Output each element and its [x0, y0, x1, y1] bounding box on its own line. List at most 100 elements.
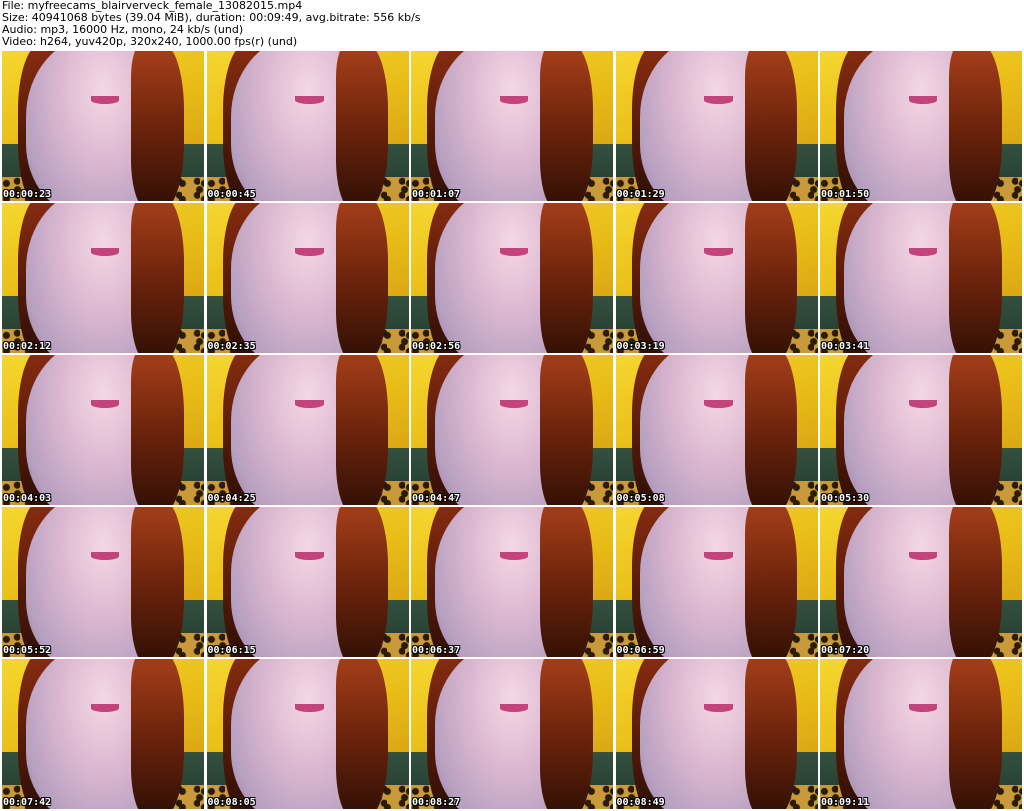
thumbnail-image-hair-r — [335, 659, 389, 809]
thumbnail-image-hair-r — [335, 507, 389, 657]
thumbnail-image-lips — [908, 552, 938, 560]
video-thumbnail: 00:09:11 — [820, 659, 1022, 809]
thumbnail-timestamp: 00:02:56 — [412, 341, 461, 352]
thumbnail-image-hair-r — [131, 507, 184, 657]
thumbnail-image-lips — [908, 704, 938, 712]
thumbnail-image-lips — [90, 248, 120, 256]
thumbnail-image-lips — [295, 96, 324, 104]
video-thumbnail: 00:03:41 — [820, 203, 1022, 353]
thumbnail-timestamp: 00:04:47 — [412, 493, 461, 504]
thumbnail-timestamp: 00:04:25 — [207, 493, 256, 504]
video-thumbnail: 00:07:42 — [2, 659, 204, 809]
thumbnail-image-lips — [499, 248, 529, 256]
thumbnail-image-hair-r — [131, 51, 184, 201]
thumbnail-timestamp: 00:01:07 — [412, 189, 461, 200]
video-thumbnail: 00:04:03 — [2, 355, 204, 505]
thumbnail-image-hair-r — [949, 203, 1002, 353]
thumbnail-image-lips — [90, 704, 120, 712]
thumbnail-image-lips — [704, 552, 733, 560]
thumbnail-timestamp: 00:06:37 — [412, 645, 461, 656]
file-info-header: File: myfreecams_blairverveck_female_130… — [2, 0, 1022, 48]
video-thumbnail: 00:01:50 — [820, 51, 1022, 201]
thumbnail-image-hair-r — [949, 51, 1002, 201]
thumbnail-image-lips — [908, 96, 938, 104]
thumbnail-image-lips — [908, 400, 938, 408]
thumbnail-image-hair-r — [540, 203, 593, 353]
thumbnail-image-hair-r — [949, 355, 1002, 505]
thumbnail-timestamp: 00:02:35 — [207, 341, 256, 352]
thumbnail-timestamp: 00:05:30 — [821, 493, 870, 504]
thumbnail-timestamp: 00:07:42 — [3, 797, 52, 808]
video-thumbnail: 00:03:19 — [615, 203, 818, 353]
thumbnail-image-lips — [908, 248, 938, 256]
thumbnail-image-hair-r — [335, 51, 389, 201]
video-thumbnail: 00:08:05 — [206, 659, 409, 809]
thumbnail-image-hair-r — [744, 203, 798, 353]
thumbnail-timestamp: 00:05:08 — [616, 493, 665, 504]
thumbnail-grid: 00:00:23 00:00:45 00:01:07 00:01:29 00:01:50… — [2, 51, 1022, 809]
video-thumbnail: 00:08:27 — [411, 659, 613, 809]
thumbnail-image-lips — [499, 704, 529, 712]
video-thumbnail: 00:04:47 — [411, 355, 613, 505]
thumbnail-image-hair-r — [744, 355, 798, 505]
thumbnail-image-hair-r — [335, 203, 389, 353]
video-thumbnail: 00:02:35 — [206, 203, 409, 353]
video-thumbnail: 00:01:07 — [411, 51, 613, 201]
thumbnail-image-lips — [295, 248, 324, 256]
video-thumbnail: 00:06:37 — [411, 507, 613, 657]
thumbnail-image-lips — [499, 400, 529, 408]
thumbnail-timestamp: 00:06:15 — [207, 645, 256, 656]
thumbnail-timestamp: 00:03:41 — [821, 341, 870, 352]
video-thumbnail: 00:06:59 — [615, 507, 818, 657]
thumbnail-image-lips — [295, 552, 324, 560]
thumbnail-image-lips — [704, 400, 733, 408]
thumbnail-image-hair-r — [949, 507, 1002, 657]
thumbnail-timestamp: 00:00:23 — [3, 189, 52, 200]
video-thumbnail: 00:05:30 — [820, 355, 1022, 505]
thumbnail-image-lips — [90, 400, 120, 408]
thumbnail-image-lips — [704, 248, 733, 256]
video-thumbnail: 00:00:23 — [2, 51, 204, 201]
thumbnail-timestamp: 00:05:52 — [3, 645, 52, 656]
video-info-line: Video: h264, yuv420p, 320x240, 1000.00 f… — [2, 35, 298, 48]
thumbnail-timestamp: 00:01:29 — [616, 189, 665, 200]
thumbnail-image-lips — [704, 704, 733, 712]
thumbnail-timestamp: 00:07:20 — [821, 645, 870, 656]
video-thumbnail: 00:06:15 — [206, 507, 409, 657]
video-thumbnail: 00:02:12 — [2, 203, 204, 353]
video-thumbnail: 00:01:29 — [615, 51, 818, 201]
thumbnail-image-hair-r — [744, 659, 798, 809]
thumbnail-image-hair-r — [540, 51, 593, 201]
thumbnail-image-hair-r — [540, 659, 593, 809]
thumbnail-timestamp: 00:08:05 — [207, 797, 256, 808]
thumbnail-image-lips — [295, 704, 324, 712]
thumbnail-timestamp: 00:03:19 — [616, 341, 665, 352]
thumbnail-image-hair-r — [540, 355, 593, 505]
thumbnail-image-hair-r — [949, 659, 1002, 809]
thumbnail-image-lips — [704, 96, 733, 104]
thumbnail-timestamp: 00:00:45 — [207, 189, 256, 200]
thumbnail-image-lips — [499, 552, 529, 560]
thumbnail-image-hair-r — [744, 507, 798, 657]
thumbnail-timestamp: 00:08:27 — [412, 797, 461, 808]
video-thumbnail: 00:07:20 — [820, 507, 1022, 657]
thumbnail-image-lips — [90, 552, 120, 560]
video-thumbnail: 00:05:52 — [2, 507, 204, 657]
thumbnail-timestamp: 00:02:12 — [3, 341, 52, 352]
thumbnail-timestamp: 00:09:11 — [821, 797, 870, 808]
thumbnail-image-lips — [499, 96, 529, 104]
thumbnail-timestamp: 00:01:50 — [821, 189, 870, 200]
video-thumbnail: 00:08:49 — [615, 659, 818, 809]
thumbnail-timestamp: 00:04:03 — [3, 493, 52, 504]
video-thumbnail: 00:04:25 — [206, 355, 409, 505]
video-thumbnail: 00:00:45 — [206, 51, 409, 201]
thumbnail-timestamp: 00:06:59 — [616, 645, 665, 656]
thumbnail-image-hair-r — [131, 355, 184, 505]
thumbnail-image-lips — [90, 96, 120, 104]
thumbnail-image-hair-r — [540, 507, 593, 657]
thumbnail-image-hair-r — [744, 51, 798, 201]
video-thumbnail: 00:05:08 — [615, 355, 818, 505]
thumbnail-timestamp: 00:08:49 — [616, 797, 665, 808]
thumbnail-image-hair-r — [131, 659, 184, 809]
thumbnail-image-hair-r — [131, 203, 184, 353]
